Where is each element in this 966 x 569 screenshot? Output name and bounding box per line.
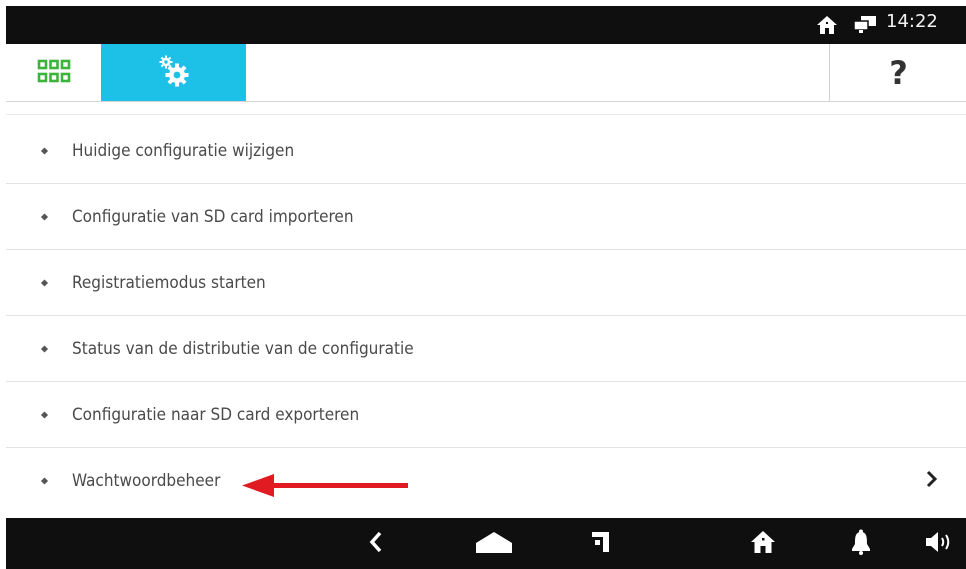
back-button[interactable] <box>356 518 396 569</box>
volume-icon <box>925 531 955 557</box>
bullet-icon <box>40 410 49 419</box>
menu-item-label: Configuratie van SD card importeren <box>72 206 354 227</box>
navigation-bar <box>6 518 966 569</box>
bell-button[interactable] <box>841 518 881 569</box>
bullet-icon <box>40 278 49 287</box>
menu-item-huidige-configuratie-wijzigen[interactable]: Huidige configuratie wijzigen <box>6 118 966 184</box>
bell-icon <box>851 529 871 559</box>
house-button[interactable] <box>741 518 785 569</box>
menu-item-label: Registratiemodus starten <box>72 272 266 293</box>
menu-item-configuratie-exporteren[interactable]: Configuratie naar SD card exporteren <box>6 382 966 448</box>
bullet-icon <box>40 212 49 221</box>
top-toolbar: ? <box>6 44 966 102</box>
menu-item-label: Configuratie naar SD card exporteren <box>72 404 360 425</box>
recent-apps-button[interactable] <box>581 518 621 569</box>
home-nav-icon <box>475 530 513 558</box>
apps-button[interactable] <box>6 44 101 101</box>
chevron-right-icon <box>926 470 938 492</box>
bullet-icon <box>40 344 49 353</box>
annotation-arrow-icon <box>242 474 412 502</box>
clock: 14:22 <box>886 11 938 32</box>
help-label: ? <box>889 53 908 92</box>
menu-item-configuratie-importeren[interactable]: Configuratie van SD card importeren <box>6 184 966 250</box>
back-icon <box>369 531 383 557</box>
home-nav-button[interactable] <box>464 518 524 569</box>
bullet-icon <box>40 477 49 485</box>
menu-item-status-distributie[interactable]: Status van de distributie van de configu… <box>6 316 966 382</box>
recent-apps-icon <box>591 530 611 558</box>
divider <box>6 114 966 115</box>
settings-tab[interactable] <box>101 44 246 101</box>
volume-button[interactable] <box>916 518 964 569</box>
home-status-icon <box>816 15 838 39</box>
menu-item-registratiemodus-starten[interactable]: Registratiemodus starten <box>6 250 966 316</box>
apps-grid-icon <box>37 59 71 87</box>
menu-item-label: Huidige configuratie wijzigen <box>72 140 295 161</box>
menu-item-label: Status van de distributie van de configu… <box>72 338 414 359</box>
bullet-icon <box>40 146 49 155</box>
status-bar: 14:22 <box>6 6 966 44</box>
screen: 14:22 ? Huidige configuratie wijzigen Co… <box>6 6 966 569</box>
settings-gears-icon <box>157 54 191 92</box>
settings-menu: Huidige configuratie wijzigen Configurat… <box>6 114 966 514</box>
network-icon <box>853 16 877 38</box>
help-button[interactable]: ? <box>829 44 966 101</box>
menu-item-label: Wachtwoordbeheer <box>72 471 221 491</box>
house-icon <box>750 530 776 558</box>
menu-item-wachtwoordbeheer[interactable]: Wachtwoordbeheer <box>6 448 966 514</box>
